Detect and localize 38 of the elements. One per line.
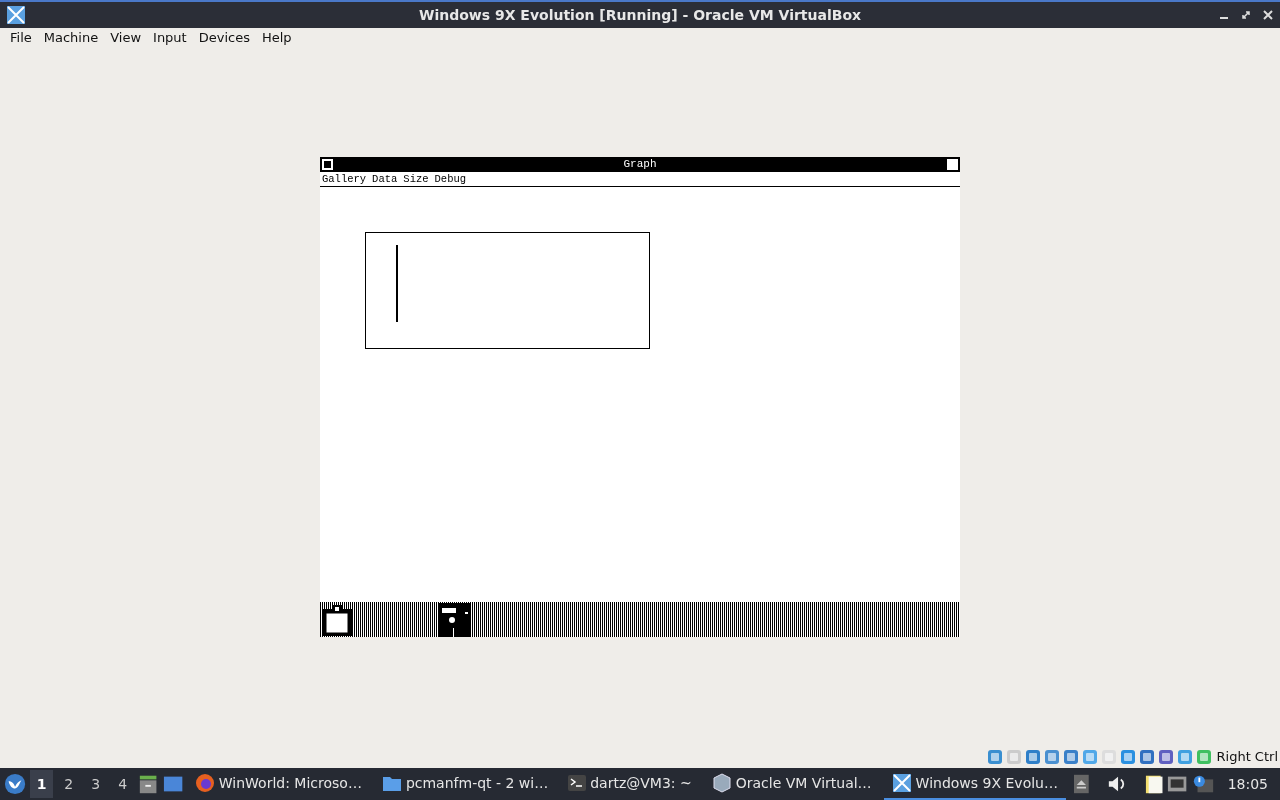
speaker-icon[interactable] xyxy=(1106,774,1127,794)
cube-icon xyxy=(711,773,732,793)
taskbar-task[interactable]: Windows 9X Evolu… xyxy=(883,768,1066,800)
menu-item[interactable]: Machine xyxy=(37,30,105,45)
workspace-button[interactable]: 1 xyxy=(30,770,54,798)
close-icon[interactable] xyxy=(1262,9,1274,21)
clock: 18:05 xyxy=(1227,776,1269,792)
alert-icon[interactable] xyxy=(1191,774,1214,794)
window-logo-icon xyxy=(891,773,912,793)
guest-menu-item[interactable]: Gallery xyxy=(322,172,367,186)
close-box[interactable] xyxy=(322,159,333,170)
taskbar-task[interactable]: dartz@VM3: ~ xyxy=(560,768,700,800)
window-title: Windows 9X Evolution [Running] - Oracle VM VirtualBox xyxy=(417,7,863,23)
menu-item[interactable]: Devices xyxy=(192,30,256,45)
workspace-button[interactable]: 2 xyxy=(57,770,81,798)
guest-menu-item[interactable]: Size xyxy=(403,172,429,186)
eject-icon[interactable] xyxy=(1073,774,1089,794)
menu-item[interactable]: View xyxy=(104,30,148,45)
taskbar-task[interactable]: Oracle VM Virtual… xyxy=(703,768,880,800)
workspace-button[interactable]: 4 xyxy=(111,770,135,798)
taskbar-task[interactable]: pcmanfm-qt - 2 wi… xyxy=(373,768,557,800)
menu-item[interactable]: Input xyxy=(147,30,193,45)
restore-icon[interactable] xyxy=(1240,9,1252,21)
menu-item[interactable]: Help xyxy=(255,30,298,45)
file-cabinet-icon[interactable] xyxy=(138,773,159,795)
clipboard-icon[interactable] xyxy=(321,603,353,636)
guest-window-title: Graph xyxy=(622,157,658,172)
menu-item[interactable]: File xyxy=(4,30,38,45)
taskbar-task[interactable]: WinWorld: Microso… xyxy=(186,768,370,800)
guest-menu-item[interactable]: Debug xyxy=(434,172,467,186)
workspace-button[interactable]: 3 xyxy=(84,770,108,798)
host-key-label: Right Ctrl xyxy=(1216,749,1278,764)
window-logo-icon xyxy=(6,5,26,25)
guest-menu-item[interactable]: Data xyxy=(372,172,398,186)
terminal-icon xyxy=(568,775,587,791)
folder-icon xyxy=(381,774,402,792)
desktop-icon[interactable] xyxy=(162,774,183,794)
notes-icon[interactable] xyxy=(1144,773,1164,795)
